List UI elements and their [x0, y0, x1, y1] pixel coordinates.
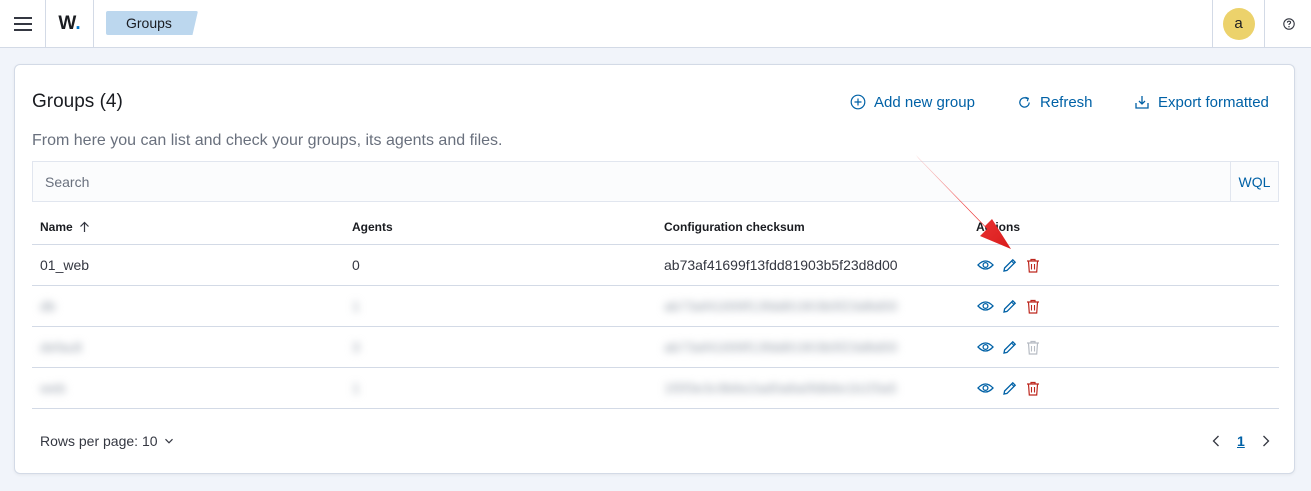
cell-checksum: ab73af41699f13fdd81903b5f23d8d00 [664, 339, 898, 355]
cell-checksum: 1f0f3e3c9b6e2ad0a8a0fdb6e1b1f3a5 [664, 380, 897, 396]
avatar[interactable]: a [1222, 7, 1255, 40]
eye-icon [976, 342, 994, 352]
cell-agents: 0 [352, 257, 360, 273]
chevron-right-icon [1262, 435, 1270, 447]
pencil-icon [1002, 381, 1016, 395]
page-title: Groups (4) [32, 91, 123, 112]
delete-group-button[interactable] [1024, 256, 1042, 274]
trash-icon [1027, 258, 1039, 273]
top-header: W. Groups a [0, 0, 1311, 48]
table-row[interactable]: web 1 1f0f3e3c9b6e2ad0a8a0fdb6e1b1f3a5 [32, 368, 1279, 409]
cell-name: 01_web [40, 257, 90, 273]
pencil-icon [1002, 340, 1016, 354]
delete-group-button[interactable] [1024, 379, 1042, 397]
cell-name: web [40, 380, 66, 396]
wql-toggle[interactable]: WQL [1230, 162, 1278, 201]
eye-icon [976, 383, 994, 393]
edit-group-button[interactable] [1000, 297, 1018, 315]
add-new-group-label: Add new group [874, 93, 975, 111]
row-actions [976, 256, 1042, 274]
help-button[interactable] [1266, 0, 1311, 47]
search-input[interactable] [33, 162, 1230, 201]
export-formatted-label: Export formatted [1158, 93, 1269, 111]
rows-per-page-select[interactable]: Rows per page: 10 [40, 433, 174, 449]
column-header-agents[interactable]: Agents [352, 220, 393, 234]
refresh-button[interactable]: Refresh [1017, 92, 1093, 112]
table-row[interactable]: db 1 ab73af41699f13fdd81903b5f23d8d00 [32, 286, 1279, 327]
table-body: 01_web 0 ab73af41699f13fdd81903b5f23d8d00 d… [32, 245, 1279, 409]
arrow-up-icon [79, 221, 89, 232]
delete-group-button [1024, 338, 1042, 356]
trash-icon [1027, 340, 1039, 355]
help-circle-icon [1282, 17, 1295, 30]
column-header-name[interactable]: Name [40, 220, 90, 234]
table-row[interactable]: default 3 ab73af41699f13fdd81903b5f23d8d00 [32, 327, 1279, 368]
column-header-checksum[interactable]: Configuration checksum [664, 220, 805, 234]
chevron-left-icon [1212, 435, 1219, 447]
previous-page-button[interactable] [1209, 431, 1223, 451]
pencil-icon [1002, 299, 1016, 313]
chevron-down-icon [164, 438, 173, 444]
add-new-group-button[interactable]: Add new group [850, 92, 975, 112]
cell-checksum: ab73af41699f13fdd81903b5f23d8d00 [664, 298, 898, 314]
edit-group-button[interactable] [1000, 338, 1018, 356]
pencil-icon [1002, 258, 1016, 272]
menu-button[interactable] [0, 0, 46, 47]
row-actions [976, 338, 1042, 356]
page-number-current[interactable]: 1 [1233, 433, 1249, 449]
row-actions [976, 297, 1042, 315]
plus-circle-icon [850, 94, 866, 110]
eye-icon [976, 301, 994, 311]
refresh-label: Refresh [1040, 93, 1093, 111]
groups-table: Name Agents Configuration checksum Actio… [32, 209, 1279, 409]
row-actions [976, 379, 1042, 397]
app-logo[interactable]: W. [46, 0, 94, 47]
download-icon [1135, 96, 1149, 109]
pagination: 1 [1209, 431, 1273, 451]
cell-agents: 3 [352, 339, 360, 355]
search-bar: WQL [32, 161, 1279, 202]
user-menu: a [1212, 0, 1265, 47]
eye-icon [976, 260, 994, 270]
cell-name: db [40, 298, 56, 314]
rows-per-page-label: Rows per page: 10 [40, 433, 158, 449]
cell-checksum: ab73af41699f13fdd81903b5f23d8d00 [664, 257, 898, 273]
delete-group-button[interactable] [1024, 297, 1042, 315]
view-group-button[interactable] [976, 256, 994, 274]
view-group-button[interactable] [976, 379, 994, 397]
breadcrumb-groups[interactable]: Groups [106, 11, 198, 35]
column-header-name-label: Name [40, 220, 73, 234]
cell-name: default [40, 339, 83, 355]
export-formatted-button[interactable]: Export formatted [1134, 92, 1269, 112]
view-group-button[interactable] [976, 338, 994, 356]
next-page-button[interactable] [1259, 431, 1273, 451]
view-group-button[interactable] [976, 297, 994, 315]
refresh-icon [1019, 96, 1030, 108]
table-row[interactable]: 01_web 0 ab73af41699f13fdd81903b5f23d8d00 [32, 245, 1279, 286]
trash-icon [1027, 381, 1039, 396]
logo-dot: . [75, 12, 81, 34]
groups-panel: Groups (4) Add new group Refresh Export … [14, 64, 1295, 474]
edit-group-button[interactable] [1000, 379, 1018, 397]
column-header-actions: Actions [976, 220, 1021, 234]
edit-group-button[interactable] [1000, 256, 1018, 274]
hamburger-icon [13, 16, 32, 31]
page-description: From here you can list and check your gr… [32, 132, 503, 149]
cell-agents: 1 [352, 380, 360, 396]
table-header: Name Agents Configuration checksum Actio… [32, 209, 1279, 245]
trash-icon [1027, 299, 1039, 314]
cell-agents: 1 [352, 298, 360, 314]
logo-text: W [58, 12, 76, 34]
